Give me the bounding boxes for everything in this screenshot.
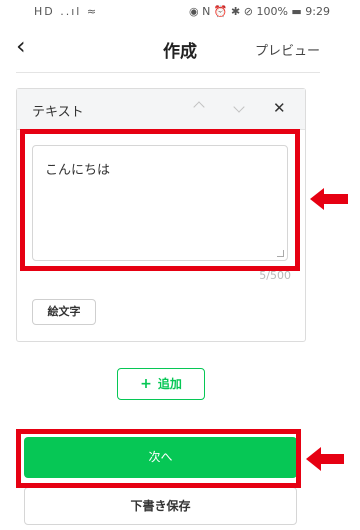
save-draft-button[interactable]: 下書き保存	[24, 487, 297, 525]
plus-icon: +	[140, 376, 152, 392]
header-divider	[16, 72, 320, 73]
app-header: ‹ 作成 プレビュー	[0, 24, 360, 72]
preview-link[interactable]: プレビュー	[255, 40, 320, 59]
arrow-left-icon	[306, 447, 344, 471]
arrow-left-icon	[310, 188, 348, 210]
card-header: テキスト ✕	[17, 89, 305, 130]
highlight-box-textarea	[20, 129, 300, 271]
emoji-button[interactable]: 絵文字	[32, 299, 96, 325]
close-icon[interactable]: ✕	[273, 99, 286, 117]
status-bar: HD ..ıl ≈ ◉ N ⏰ ✱ ⊘ 100% ▬ 9:29	[0, 0, 360, 24]
add-button[interactable]: + 追加	[117, 368, 205, 400]
card-title: テキスト	[32, 105, 84, 120]
move-up-icon[interactable]	[195, 99, 203, 115]
highlight-box-next	[16, 429, 301, 488]
status-left-icons: HD ..ıl ≈	[34, 5, 99, 18]
add-button-label: 追加	[157, 377, 182, 391]
move-down-icon[interactable]	[235, 99, 243, 115]
status-right-icons: ◉ N ⏰ ✱ ⊘ 100% ▬ 9:29	[189, 5, 330, 18]
